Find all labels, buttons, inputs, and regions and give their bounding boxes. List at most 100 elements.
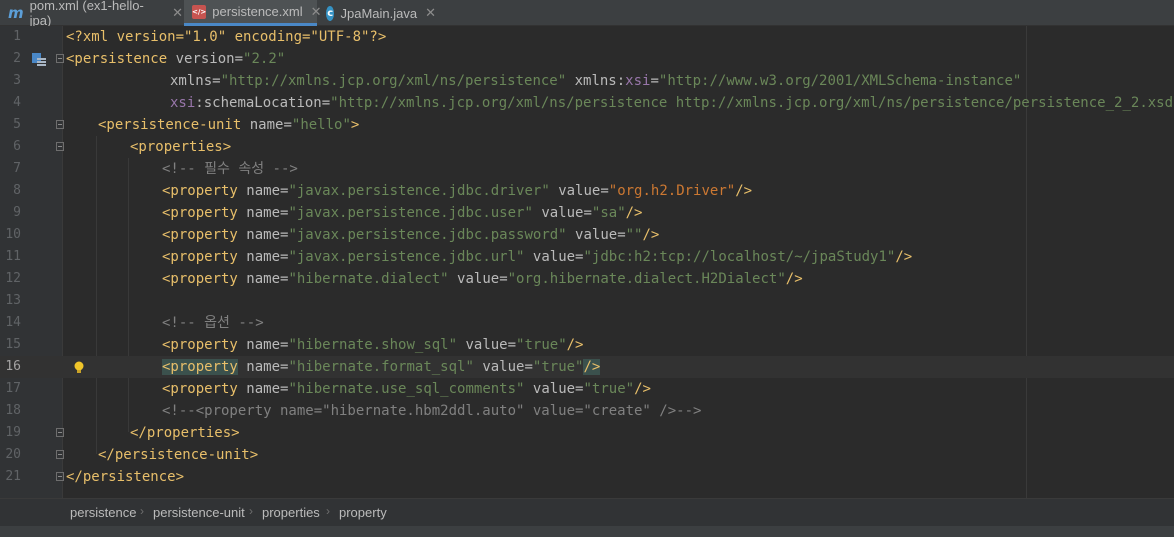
- comment-token: <!-- 필수 속성 -->: [162, 161, 298, 177]
- attr-token: name=: [246, 227, 289, 243]
- attr-token: value=: [465, 337, 517, 353]
- code-text: <property name="javax.persistence.jdbc.d…: [162, 180, 752, 202]
- string-token: "org.h2.Driver": [608, 183, 736, 199]
- code-line[interactable]: 1 <?xml version="1.0" encoding="UTF-8"?>: [0, 26, 1174, 48]
- breadcrumb-item[interactable]: property: [339, 505, 387, 520]
- string-token: "javax.persistence.jdbc.driver": [288, 183, 550, 199]
- code-line[interactable]: 2 <persistence version="2.2": [0, 48, 1174, 70]
- code-line[interactable]: 13: [0, 290, 1174, 312]
- code-line[interactable]: 8 <property name="javax.persistence.jdbc…: [0, 180, 1174, 202]
- java-class-icon: c: [326, 5, 335, 21]
- string-token: "http://xmlns.jcp.org/xml/ns/persistence…: [330, 95, 1174, 111]
- tag-token: <property: [162, 249, 238, 265]
- fold-toggle-icon[interactable]: [56, 450, 64, 459]
- line-number: 16: [5, 359, 21, 374]
- line-number: 17: [5, 381, 21, 396]
- code-text: <!--<property name="hibernate.hbm2ddl.au…: [162, 400, 701, 422]
- code-line[interactable]: 11 <property name="javax.persistence.jdb…: [0, 246, 1174, 268]
- status-strip: [0, 526, 1174, 537]
- editor-tab-bar: m pom.xml (ex1-hello-jpa) ✕ </> persiste…: [0, 0, 1174, 28]
- code-line[interactable]: 21 </persistence>: [0, 466, 1174, 488]
- attr-token: value=: [482, 359, 533, 375]
- close-tab-icon[interactable]: ✕: [172, 5, 183, 21]
- code-line[interactable]: 15 <property name="hibernate.show_sql" v…: [0, 334, 1174, 356]
- tag-token: />: [634, 381, 651, 397]
- tab-jpamain-java[interactable]: c JpaMain.java ✕: [318, 0, 436, 26]
- code-text: <property name="hibernate.show_sql" valu…: [162, 334, 583, 356]
- code-line[interactable]: 9 <property name="javax.persistence.jdbc…: [0, 202, 1174, 224]
- fold-toggle-icon[interactable]: [56, 120, 64, 129]
- line-number: 13: [5, 293, 21, 308]
- code-line[interactable]: 19 </properties>: [0, 422, 1174, 444]
- code-line[interactable]: 14 <!-- 옵션 -->: [0, 312, 1174, 334]
- code-line[interactable]: 17 <property name="hibernate.use_sql_com…: [0, 378, 1174, 400]
- breadcrumb-item[interactable]: properties: [262, 505, 320, 520]
- namespace-token: xsi: [170, 95, 196, 111]
- line-number: 5: [13, 117, 21, 132]
- code-text: </properties>: [130, 422, 240, 444]
- line-number: 18: [5, 403, 21, 418]
- attr-token: version=: [175, 51, 244, 67]
- code-line[interactable]: 18 <!--<property name="hibernate.hbm2ddl…: [0, 400, 1174, 422]
- code-text: <!-- 필수 속성 -->: [162, 158, 298, 180]
- attr-token: value=: [532, 249, 584, 265]
- attr-token: xmlns:: [574, 73, 626, 89]
- attr-token: name=: [246, 337, 289, 353]
- line-number: 9: [13, 205, 21, 220]
- tag-token: />: [785, 271, 803, 287]
- tab-label: pom.xml (ex1-hello-jpa): [29, 0, 144, 28]
- code-text: <persistence-unit name="hello">: [98, 114, 359, 136]
- tag-token: <property: [162, 205, 238, 221]
- line-number: 20: [5, 447, 21, 462]
- code-line[interactable]: 6 <properties>: [0, 136, 1174, 158]
- attr-token: name=: [246, 205, 289, 221]
- string-token: "hello": [291, 117, 351, 133]
- code-line[interactable]: 4 xsi:schemaLocation="http://xmlns.jcp.o…: [0, 92, 1174, 114]
- tab-persistence-xml[interactable]: </> persistence.xml ✕: [184, 0, 322, 26]
- string-token: "javax.persistence.jdbc.url": [288, 249, 525, 265]
- code-text: </persistence>: [66, 466, 184, 488]
- code-text: <?xml version="1.0" encoding="UTF-8"?>: [66, 26, 386, 48]
- line-number: 19: [5, 425, 21, 440]
- code-line[interactable]: 7 <!-- 필수 속성 -->: [0, 158, 1174, 180]
- fold-toggle-icon[interactable]: [56, 472, 64, 481]
- breadcrumb-separator: ›: [140, 504, 144, 518]
- attr-token: value=: [457, 271, 508, 287]
- code-line[interactable]: 20 </persistence-unit>: [0, 444, 1174, 466]
- breadcrumb-item[interactable]: persistence: [70, 505, 136, 520]
- tag-token: />: [583, 359, 601, 375]
- tag-token: <properties>: [130, 139, 232, 155]
- code-line-current[interactable]: 16 <property name="hibernate.format_sql"…: [0, 356, 1174, 378]
- attr-token: name=: [246, 249, 289, 265]
- code-text: <property name="javax.persistence.jdbc.p…: [162, 224, 659, 246]
- code-text: xsi:schemaLocation="http://xmlns.jcp.org…: [170, 92, 1174, 114]
- breadcrumb-separator: ›: [249, 504, 253, 518]
- attr-token: name=: [249, 117, 292, 133]
- attr-token: name=: [246, 359, 289, 375]
- attr-token: value=: [575, 227, 626, 243]
- xml-file-icon: </>: [192, 4, 207, 19]
- fold-toggle-icon[interactable]: [56, 428, 64, 437]
- intention-bulb-icon[interactable]: [74, 360, 84, 373]
- string-token: "hibernate.use_sql_comments": [288, 381, 525, 397]
- fold-toggle-icon[interactable]: [56, 142, 64, 151]
- attr-token: name=: [246, 381, 289, 397]
- code-line[interactable]: 3 xmlns="http://xmlns.jcp.org/xml/ns/per…: [0, 70, 1174, 92]
- string-token: "javax.persistence.jdbc.password": [288, 227, 567, 243]
- tab-pom-xml[interactable]: m pom.xml (ex1-hello-jpa) ✕: [0, 0, 183, 28]
- string-token: "javax.persistence.jdbc.user": [288, 205, 533, 221]
- breadcrumb-separator: ›: [326, 504, 330, 518]
- code-text: <properties>: [130, 136, 231, 158]
- string-token: "http://xmlns.jcp.org/xml/ns/persistence…: [220, 73, 567, 89]
- code-line[interactable]: 10 <property name="javax.persistence.jdb…: [0, 224, 1174, 246]
- string-token: "jdbc:h2:tcp://localhost/~/jpaStudy1": [583, 249, 896, 265]
- close-tab-icon[interactable]: ✕: [425, 5, 436, 21]
- breadcrumb-item[interactable]: persistence-unit: [153, 505, 245, 520]
- code-line[interactable]: 12 <property name="hibernate.dialect" va…: [0, 268, 1174, 290]
- maven-icon: m: [8, 4, 24, 22]
- code-line[interactable]: 5 <persistence-unit name="hello">: [0, 114, 1174, 136]
- tab-label: persistence.xml: [212, 4, 303, 19]
- fold-toggle-icon[interactable]: [56, 54, 64, 63]
- string-token: "org.hibernate.dialect.H2Dialect": [507, 271, 786, 287]
- string-token: "sa": [591, 205, 626, 221]
